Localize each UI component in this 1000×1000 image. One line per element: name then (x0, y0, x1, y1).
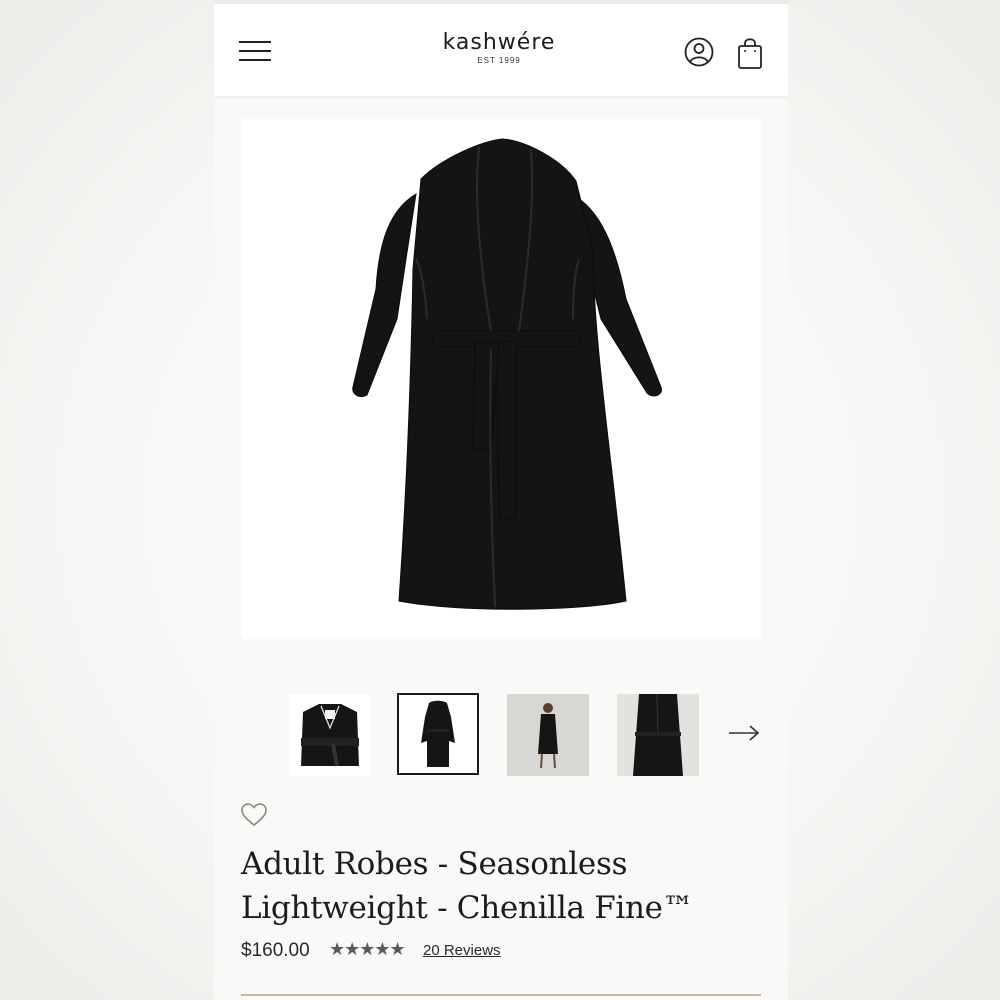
thumbnail-strip (214, 693, 788, 777)
brand-established: EST 1999 (477, 56, 521, 65)
thumbnail-folded-robe[interactable] (289, 694, 371, 776)
brand-logo[interactable]: kashwére EST 1999 (414, 30, 584, 65)
product-title-line1: Adult Robes - Seasonless (241, 846, 628, 882)
user-account-icon[interactable] (683, 36, 715, 68)
star-rating: ★★★★★ (329, 939, 406, 959)
brand-name: kashwére (442, 30, 556, 55)
reviews-link[interactable]: 20 Reviews (423, 942, 501, 959)
product-title: Adult Robes - Seasonless Lightweight - C… (241, 842, 761, 930)
product-price: $160.00 (241, 940, 310, 961)
arrow-right-icon[interactable] (726, 721, 762, 745)
mobile-page: kashwére EST 1999 Adult Robes - Seasonle… (214, 0, 788, 1000)
thumbnail-model-close[interactable] (617, 694, 699, 776)
hamburger-menu-icon[interactable] (239, 39, 273, 63)
shopping-bag-icon[interactable] (735, 36, 765, 70)
thumbnail-robe-flat[interactable] (397, 693, 479, 775)
price-rating-row: $160.00 ★★★★★ 20 Reviews (241, 938, 761, 966)
thumbnail-model-full[interactable] (507, 694, 589, 776)
section-divider (241, 994, 761, 996)
product-title-line2: Lightweight - Chenilla Fine™ (241, 890, 694, 926)
product-main-image[interactable] (241, 119, 761, 639)
site-header: kashwére EST 1999 (214, 4, 788, 96)
heart-icon[interactable] (240, 802, 268, 828)
